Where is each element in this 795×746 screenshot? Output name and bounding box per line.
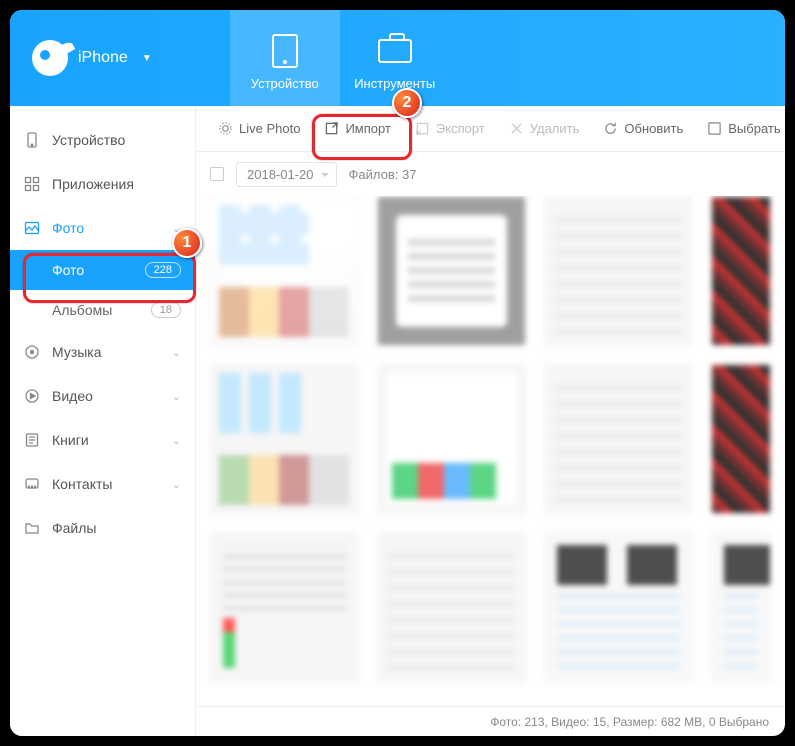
device-selector[interactable]: iPhone ▼ — [10, 10, 170, 106]
sidebar-item-contacts[interactable]: Контакты ⌄ — [10, 462, 195, 506]
sidebar-sub-label: Фото — [52, 262, 84, 278]
sidebar-item-video[interactable]: Видео ⌄ — [10, 374, 195, 418]
video-icon — [24, 388, 40, 404]
toolbar: Live Photo Импорт Экспорт — [196, 106, 785, 152]
toolbar-label: Импорт — [345, 121, 390, 136]
sidebar: Устройство Приложения Фото ⌄ Фото 228 — [10, 106, 196, 736]
header: iPhone ▼ Устройство Инструменты — [10, 10, 785, 106]
chevron-down-icon: ⌄ — [172, 222, 181, 235]
briefcase-icon — [378, 32, 412, 70]
sidebar-item-label: Книги — [52, 432, 89, 448]
photo-thumbnail[interactable] — [210, 196, 359, 346]
sidebar-sub-label: Альбомы — [52, 302, 112, 318]
toolbar-label: Live Photo — [239, 121, 300, 136]
select-all-button[interactable]: Выбрать все — [697, 115, 785, 142]
photo-thumbnail[interactable] — [210, 532, 359, 682]
photo-thumbnail[interactable] — [210, 364, 359, 514]
caret-down-icon: ▼ — [142, 53, 152, 64]
sidebar-item-photo[interactable]: Фото ⌄ — [10, 206, 195, 250]
toolbar-label: Удалить — [530, 121, 580, 136]
sidebar-item-label: Устройство — [52, 132, 125, 148]
header-tab-device[interactable]: Устройство — [230, 10, 340, 106]
delete-button[interactable]: Удалить — [499, 115, 590, 142]
photo-thumbnail[interactable] — [711, 364, 771, 514]
status-text: Фото: 213, Видео: 15, Размер: 682 MB, 0 … — [490, 715, 769, 729]
main-content: Live Photo Импорт Экспорт — [196, 106, 785, 736]
chevron-down-icon: ⌄ — [172, 478, 181, 491]
count-badge: 18 — [151, 302, 181, 318]
photo-thumbnail[interactable] — [377, 364, 526, 514]
music-icon — [24, 344, 40, 360]
photo-thumbnail[interactable] — [711, 196, 771, 346]
sidebar-item-device[interactable]: Устройство — [10, 118, 195, 162]
photo-thumbnail[interactable] — [544, 196, 693, 346]
sidebar-item-label: Видео — [52, 388, 93, 404]
date-value: 2018-01-20 — [247, 167, 314, 182]
sidebar-item-label: Фото — [52, 220, 84, 236]
sidebar-item-label: Музыка — [52, 344, 102, 360]
sidebar-item-files[interactable]: Файлы — [10, 506, 195, 550]
photo-icon — [24, 220, 40, 236]
app-logo-icon — [32, 40, 68, 76]
tablet-icon — [268, 32, 302, 70]
sidebar-sub-albums[interactable]: Альбомы 18 — [10, 290, 195, 330]
filter-bar: 2018-01-20 Файлов: 37 — [196, 152, 785, 196]
device-label: iPhone — [78, 49, 128, 67]
photo-thumbnail[interactable] — [377, 196, 526, 346]
count-badge: 228 — [145, 262, 181, 278]
sidebar-item-label: Контакты — [52, 476, 112, 492]
header-tab-tools[interactable]: Инструменты — [340, 10, 450, 106]
export-button[interactable]: Экспорт — [405, 115, 495, 142]
import-icon — [324, 121, 339, 136]
date-filter-select[interactable]: 2018-01-20 — [236, 162, 337, 187]
export-icon — [415, 121, 430, 136]
delete-icon — [509, 121, 524, 136]
files-icon — [24, 520, 40, 536]
toolbar-label: Выбрать все — [728, 121, 785, 136]
sidebar-item-books[interactable]: Книги ⌄ — [10, 418, 195, 462]
sidebar-item-music[interactable]: Музыка ⌄ — [10, 330, 195, 374]
chevron-down-icon: ⌄ — [172, 390, 181, 403]
toolbar-label: Обновить — [624, 121, 683, 136]
photo-thumbnail[interactable] — [711, 532, 771, 682]
live-photo-icon — [218, 121, 233, 136]
file-count-label: Файлов: 37 — [349, 167, 417, 182]
sidebar-item-label: Файлы — [52, 520, 96, 536]
header-tab-label: Инструменты — [354, 76, 435, 91]
chevron-down-icon: ⌄ — [172, 346, 181, 359]
photo-thumbnail[interactable] — [544, 364, 693, 514]
chevron-down-icon: ⌄ — [172, 434, 181, 447]
photo-thumbnail[interactable] — [544, 532, 693, 682]
toolbar-label: Экспорт — [436, 121, 485, 136]
books-icon — [24, 432, 40, 448]
photo-thumbnail[interactable] — [377, 532, 526, 682]
sidebar-item-label: Приложения — [52, 176, 134, 192]
device-icon — [24, 132, 40, 148]
contacts-icon — [24, 476, 40, 492]
photo-grid — [196, 196, 785, 706]
checkbox-icon — [707, 121, 722, 136]
sidebar-sub-photos[interactable]: Фото 228 — [10, 250, 195, 290]
refresh-button[interactable]: Обновить — [593, 115, 693, 142]
status-bar: Фото: 213, Видео: 15, Размер: 682 MB, 0 … — [196, 706, 785, 736]
header-tab-label: Устройство — [251, 76, 319, 91]
apps-icon — [24, 176, 40, 192]
refresh-icon — [603, 121, 618, 136]
live-photo-button[interactable]: Live Photo — [208, 115, 310, 142]
select-all-checkbox[interactable] — [210, 167, 224, 181]
import-button[interactable]: Импорт — [314, 115, 400, 142]
sidebar-item-apps[interactable]: Приложения — [10, 162, 195, 206]
